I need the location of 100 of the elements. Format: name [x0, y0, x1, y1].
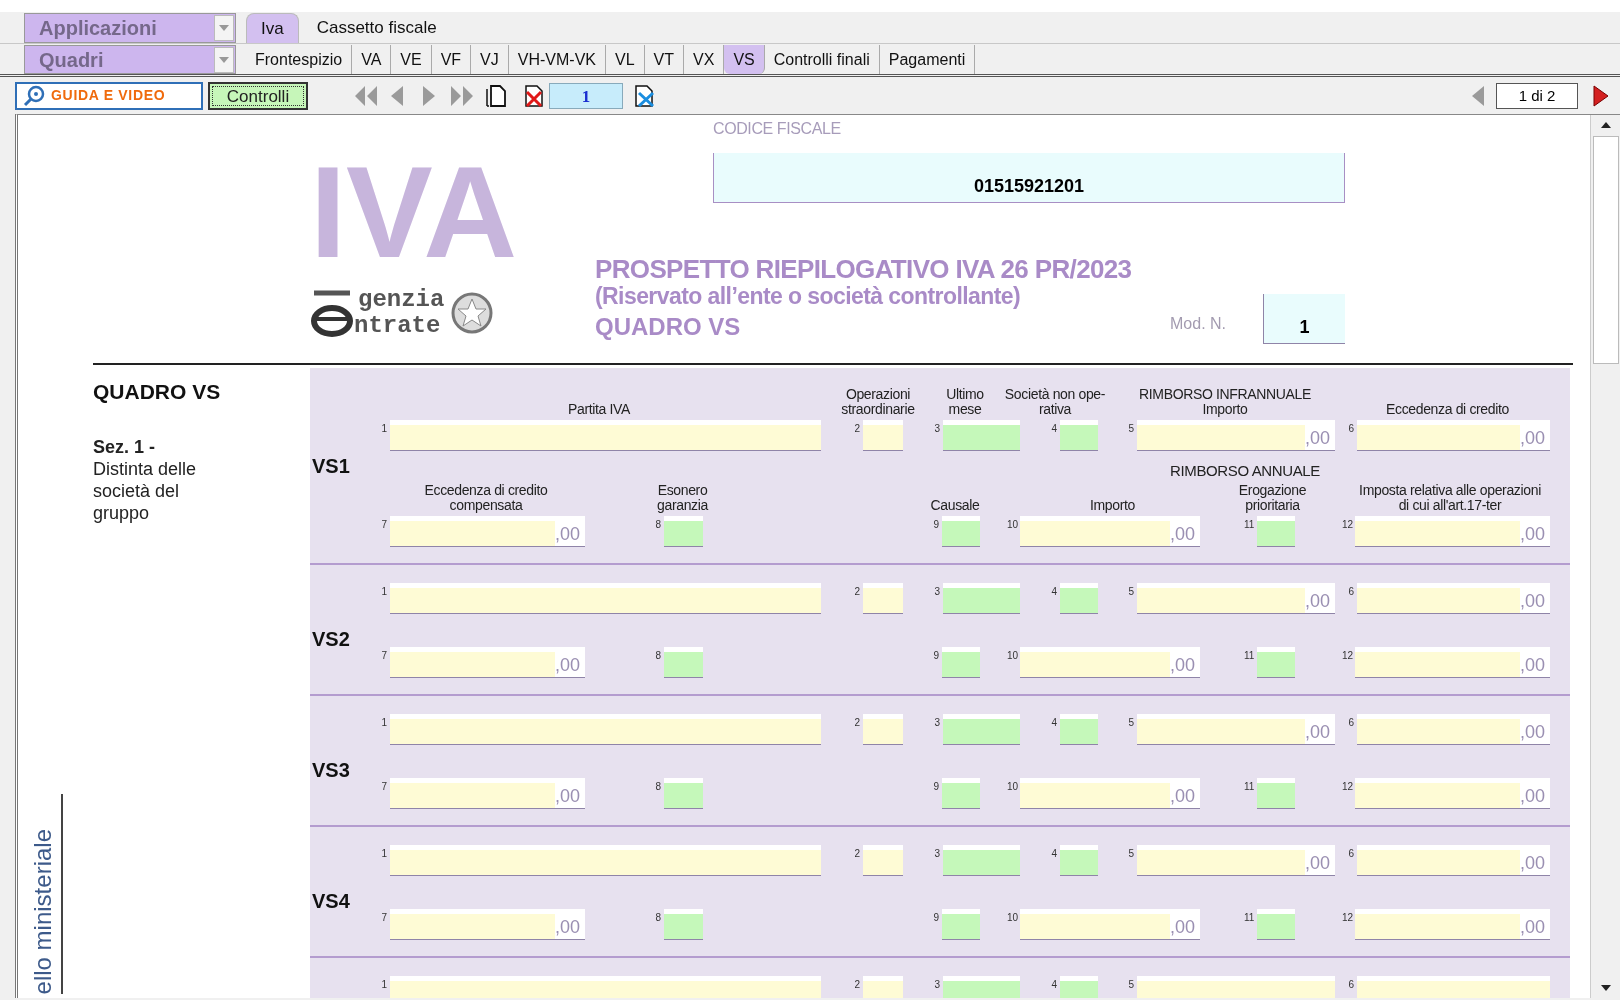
page-number-field[interactable]: 1: [549, 82, 623, 109]
column-header: Partita IVA: [567, 402, 631, 419]
scrollbar[interactable]: [1590, 115, 1620, 998]
sections-dropdown[interactable]: Quadri: [24, 45, 236, 74]
input-field[interactable]: [390, 583, 821, 614]
input-field[interactable]: [390, 976, 821, 998]
input-field[interactable]: [942, 647, 980, 678]
side-caption: ello ministeriale: [28, 828, 57, 994]
input-field[interactable]: ,00: [1355, 778, 1550, 809]
help-button[interactable]: GUIDA E VIDEO: [15, 81, 203, 110]
input-field[interactable]: ,00: [1355, 516, 1550, 547]
input-field[interactable]: [1137, 976, 1335, 998]
input-field[interactable]: [863, 976, 903, 998]
input-field[interactable]: [863, 420, 903, 451]
input-field[interactable]: ,00: [1137, 845, 1335, 876]
scrollbar-thumb[interactable]: [1592, 136, 1619, 364]
input-field[interactable]: [942, 778, 980, 809]
column-header: Erogazione prioritaria: [1237, 483, 1308, 515]
tab[interactable]: VJ: [471, 45, 509, 74]
input-field[interactable]: ,00: [1355, 909, 1550, 940]
input-field[interactable]: [943, 714, 1020, 745]
input-field[interactable]: ,00: [1020, 516, 1200, 547]
input-field[interactable]: [943, 976, 1020, 998]
input-field[interactable]: [390, 845, 821, 876]
input-field[interactable]: [863, 845, 903, 876]
input-field[interactable]: [863, 583, 903, 614]
tab[interactable]: VA: [352, 45, 392, 74]
field-number: 1: [380, 978, 388, 990]
input-field[interactable]: ,00: [1357, 845, 1550, 876]
input-field[interactable]: [1060, 583, 1098, 614]
tab[interactable]: VT: [644, 45, 685, 74]
previous-page-icon[interactable]: [389, 83, 405, 108]
tab[interactable]: VF: [431, 45, 472, 74]
new-page-icon[interactable]: [485, 83, 507, 108]
input-field[interactable]: ,00: [1020, 909, 1200, 940]
input-field[interactable]: [1257, 647, 1295, 678]
input-field[interactable]: ,00: [390, 909, 585, 940]
input-field[interactable]: [1257, 778, 1295, 809]
dropdown-button[interactable]: [214, 46, 234, 73]
field-number: 5: [1127, 585, 1135, 597]
field-number: 7: [380, 780, 388, 792]
input-field[interactable]: [943, 845, 1020, 876]
column-header: RIMBORSO INFRANNUALE Importo: [1138, 387, 1312, 419]
input-field[interactable]: ,00: [1137, 583, 1335, 614]
tab[interactable]: VE: [391, 45, 432, 74]
field-number: 2: [853, 422, 861, 434]
delete-page-icon[interactable]: [523, 83, 545, 108]
field-number: 7: [380, 649, 388, 661]
input-field[interactable]: ,00: [390, 647, 585, 678]
input-field[interactable]: ,00: [1137, 714, 1335, 745]
input-field[interactable]: [1060, 420, 1098, 451]
tab[interactable]: Iva: [246, 13, 299, 43]
tab[interactable]: VH-VM-VK: [508, 45, 606, 74]
input-field[interactable]: [1060, 714, 1098, 745]
tab[interactable]: Pagamenti: [879, 45, 976, 74]
tab[interactable]: VS: [724, 45, 765, 74]
last-page-icon[interactable]: [449, 83, 475, 108]
input-field[interactable]: ,00: [1357, 714, 1550, 745]
field-number: 12: [1342, 911, 1355, 923]
input-field[interactable]: ,00: [1355, 647, 1550, 678]
input-field[interactable]: [943, 420, 1020, 451]
controls-button[interactable]: Controlli: [208, 81, 308, 110]
input-field[interactable]: [664, 647, 703, 678]
next-sheet-icon[interactable]: [1592, 83, 1610, 108]
input-field[interactable]: ,00: [1137, 420, 1335, 451]
input-field[interactable]: ,00: [1357, 420, 1550, 451]
input-field[interactable]: [390, 714, 821, 745]
tab[interactable]: Controlli finali: [764, 45, 880, 74]
input-field[interactable]: [1357, 976, 1550, 998]
input-field[interactable]: [942, 909, 980, 940]
input-field[interactable]: [664, 909, 703, 940]
input-field[interactable]: ,00: [1357, 583, 1550, 614]
next-page-icon[interactable]: [421, 83, 437, 108]
previous-sheet-icon[interactable]: [1470, 83, 1486, 108]
applications-dropdown[interactable]: Applicazioni: [24, 13, 236, 43]
field-number: 3: [933, 585, 941, 597]
input-field[interactable]: [1060, 976, 1098, 998]
input-field[interactable]: ,00: [1020, 778, 1200, 809]
field-number: 9: [932, 780, 940, 792]
input-field[interactable]: [1257, 516, 1295, 547]
input-field[interactable]: [943, 583, 1020, 614]
tax-code-field[interactable]: 01515921201: [713, 153, 1345, 203]
input-field[interactable]: ,00: [390, 516, 585, 547]
input-field[interactable]: [664, 778, 703, 809]
input-field[interactable]: [390, 420, 821, 451]
tab[interactable]: Cassetto fiscale: [302, 13, 451, 43]
input-field[interactable]: ,00: [390, 778, 585, 809]
input-field[interactable]: [1257, 909, 1295, 940]
model-number-field[interactable]: 1: [1263, 294, 1345, 344]
caret-icon: [219, 56, 229, 63]
input-field[interactable]: [664, 516, 703, 547]
find-page-icon[interactable]: [633, 83, 657, 108]
group-header: RIMBORSO ANNUALE: [1169, 460, 1321, 481]
input-field[interactable]: ,00: [1020, 647, 1200, 678]
tab[interactable]: VL: [606, 45, 645, 74]
input-field[interactable]: [863, 714, 903, 745]
dropdown-button[interactable]: [214, 15, 234, 41]
tab[interactable]: Frontespizio: [246, 45, 353, 74]
input-field[interactable]: [942, 516, 980, 547]
input-field[interactable]: [1060, 845, 1098, 876]
